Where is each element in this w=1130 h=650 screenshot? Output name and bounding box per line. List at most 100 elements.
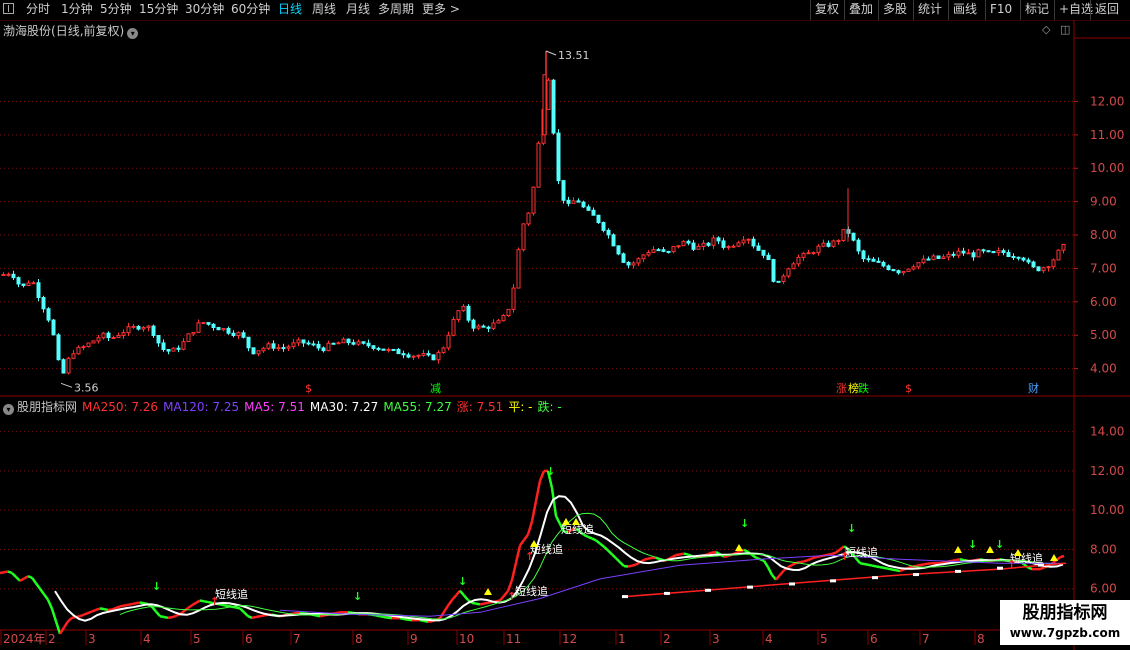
ma5-segment bbox=[615, 557, 621, 564]
event-marker: $ bbox=[305, 382, 312, 395]
diamond-icon: ◇ bbox=[1042, 23, 1051, 36]
ma5-segment bbox=[799, 560, 805, 564]
candle-body bbox=[836, 240, 841, 243]
candle-body bbox=[1011, 256, 1016, 259]
price-tick-label: 5.00 bbox=[1090, 328, 1117, 342]
ma5-segment bbox=[255, 614, 261, 619]
ma5-segment bbox=[135, 601, 141, 605]
event-marker: 财 bbox=[1028, 381, 1039, 395]
price-tick-label: 7.00 bbox=[1090, 261, 1117, 275]
candle-body bbox=[346, 338, 351, 344]
candle-body bbox=[776, 280, 781, 283]
ma5-segment bbox=[15, 576, 21, 582]
candle-body bbox=[141, 327, 146, 330]
candle-body bbox=[736, 242, 741, 247]
ma5-segment bbox=[451, 594, 457, 601]
ma250-marker bbox=[705, 588, 711, 592]
candle-body bbox=[596, 214, 601, 224]
ma250-marker bbox=[913, 573, 919, 577]
candle-body bbox=[1051, 259, 1056, 268]
candle-body bbox=[46, 308, 51, 321]
up-arrow-icon: ↑ bbox=[507, 590, 516, 603]
candle-body bbox=[406, 354, 411, 358]
candle-body bbox=[636, 258, 641, 264]
candle-body bbox=[1046, 266, 1051, 269]
candle-body bbox=[571, 200, 576, 204]
ma5-segment bbox=[526, 521, 534, 535]
candle-body bbox=[276, 347, 281, 350]
candle-body bbox=[1016, 256, 1021, 259]
candle-body bbox=[811, 252, 816, 255]
candle-body bbox=[916, 262, 921, 268]
ma5-segment bbox=[899, 568, 905, 573]
ma5-segment bbox=[23, 575, 29, 580]
ma5-segment bbox=[446, 599, 454, 607]
date-label: 5 bbox=[193, 632, 201, 646]
ma5-segment bbox=[83, 611, 89, 616]
candle-body bbox=[826, 242, 831, 247]
ma5-segment bbox=[115, 605, 121, 610]
high-pointer bbox=[545, 50, 557, 56]
ma5-segment bbox=[7, 570, 13, 575]
ma5-segment bbox=[0, 571, 5, 575]
candle-body bbox=[516, 249, 521, 289]
ma5-segment bbox=[510, 562, 518, 581]
candle-body bbox=[336, 342, 341, 345]
warning-triangle-icon bbox=[484, 588, 492, 595]
candle-body bbox=[626, 261, 631, 266]
candle-body bbox=[1036, 266, 1041, 272]
candle-body bbox=[816, 245, 821, 254]
candle-body bbox=[566, 199, 571, 204]
date-label: 11 bbox=[506, 632, 521, 646]
candle-body bbox=[111, 337, 116, 340]
price-tick-label: 4.00 bbox=[1090, 362, 1117, 376]
candle-body bbox=[766, 254, 771, 261]
candle-body bbox=[51, 319, 56, 336]
date-label: 9 bbox=[410, 632, 418, 646]
ma5-segment bbox=[891, 568, 897, 572]
ma5-segment bbox=[299, 611, 305, 615]
candle-body bbox=[41, 297, 46, 310]
ma5-segment bbox=[131, 602, 137, 606]
up-arrow-icon: ↑ bbox=[210, 595, 219, 608]
candle-body bbox=[171, 347, 176, 352]
ma5-segment bbox=[3, 570, 9, 574]
ma5-segment bbox=[875, 565, 881, 569]
ma250-marker bbox=[747, 585, 753, 589]
candle-body bbox=[271, 343, 276, 349]
ma5-segment bbox=[54, 620, 62, 635]
candle-body bbox=[851, 232, 856, 241]
candle-body bbox=[451, 318, 456, 336]
candle-body bbox=[116, 334, 121, 339]
ma5-segment bbox=[171, 614, 177, 619]
candle-body bbox=[621, 253, 626, 263]
ma5-segment bbox=[707, 551, 713, 556]
ma5-segment bbox=[79, 613, 85, 618]
price-tick-label: 6.00 bbox=[1090, 295, 1117, 309]
candle-body bbox=[1001, 250, 1006, 254]
candle-body bbox=[586, 206, 591, 211]
candle-body bbox=[261, 347, 266, 352]
candle-body bbox=[306, 342, 311, 345]
candle-body bbox=[966, 252, 971, 255]
chart-canvas[interactable]: ◇ ◫ 12.00 11.00 10.00 9.00 8.00 7.00 6.00 5.00 4.0… bbox=[0, 0, 1130, 650]
candle-body bbox=[31, 282, 36, 285]
candle-body bbox=[871, 258, 876, 262]
ma5-segment bbox=[723, 554, 729, 558]
candle-body bbox=[786, 268, 791, 277]
candle-body bbox=[431, 354, 436, 361]
signal-label: 短线追 bbox=[215, 587, 248, 601]
candle-body bbox=[661, 249, 666, 252]
candle-body bbox=[296, 339, 301, 344]
ma5-segment bbox=[751, 553, 757, 559]
candle-body bbox=[86, 342, 91, 348]
candle-body bbox=[961, 250, 966, 254]
ma5-segment bbox=[887, 567, 893, 571]
candle-body bbox=[281, 347, 286, 350]
ma5-segment bbox=[923, 562, 929, 566]
watermark: 股朋指标网 www.7gpzb.com bbox=[1000, 600, 1130, 645]
candle-body bbox=[946, 253, 951, 258]
candle-body bbox=[956, 250, 961, 256]
candle-body bbox=[251, 347, 256, 355]
up-arrow-icon: ↑ bbox=[1007, 558, 1016, 571]
